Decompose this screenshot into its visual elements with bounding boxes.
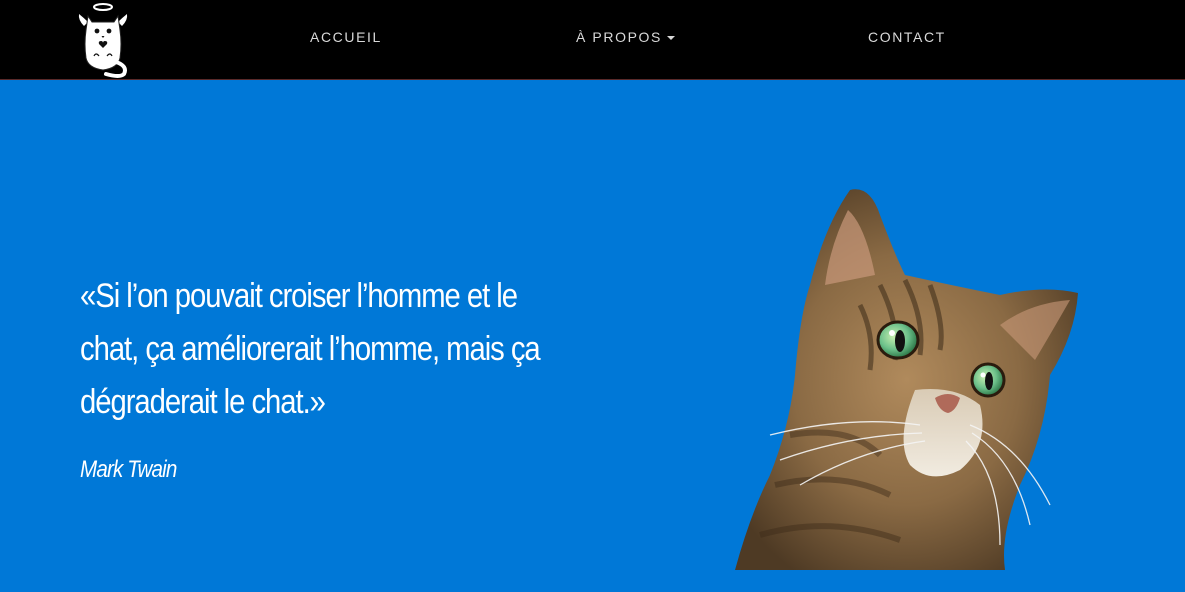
nav-item-contact[interactable]: CONTACT <box>868 29 946 45</box>
angel-cat-logo-icon <box>78 3 128 78</box>
hero-section: «Si l’on pouvait croiser l’homme et le c… <box>0 80 1185 592</box>
quote-author: Mark Twain <box>80 456 177 483</box>
caret-down-icon <box>666 36 675 41</box>
nav-item-label: ACCUEIL <box>310 29 382 45</box>
site-logo[interactable] <box>76 0 130 78</box>
hero-quote: «Si l’on pouvait croiser l’homme et le c… <box>80 277 541 421</box>
nav-item-accueil[interactable]: ACCUEIL <box>310 29 382 45</box>
nav-item-label: CONTACT <box>868 29 946 45</box>
nav-item-label: À PROPOS <box>576 29 662 45</box>
nav-item-a-propos[interactable]: À PROPOS <box>576 29 675 45</box>
tabby-cat-photo <box>735 189 1078 570</box>
top-navbar: ACCUEIL À PROPOS CONTACT <box>0 0 1185 80</box>
